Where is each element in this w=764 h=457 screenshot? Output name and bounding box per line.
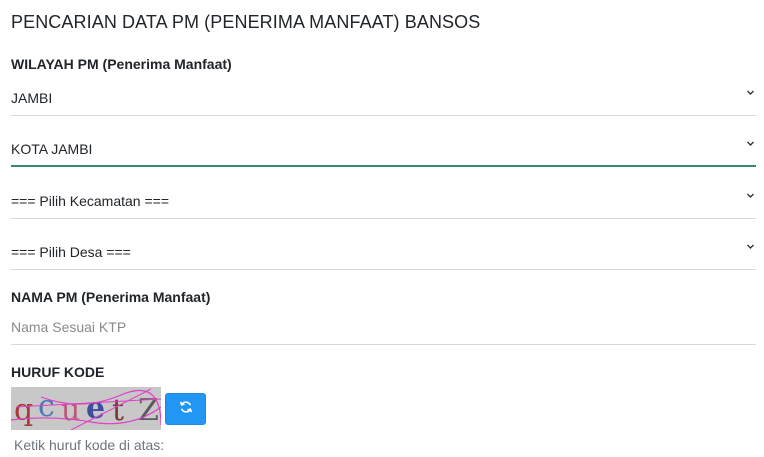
- nama-field[interactable]: [11, 309, 756, 345]
- chevron-down-icon: [746, 191, 755, 200]
- captcha-char: u: [61, 393, 80, 428]
- captcha-char: c: [38, 389, 55, 424]
- captcha-char: q: [14, 393, 33, 428]
- refresh-icon: [179, 400, 193, 419]
- nama-label: NAMA PM (Penerima Manfaat): [11, 289, 211, 305]
- provinsi-select-value: JAMBI: [11, 90, 53, 106]
- captcha-image: q c u e t Z: [11, 387, 161, 430]
- captcha-hint: Ketik huruf kode di atas:: [14, 437, 165, 453]
- captcha-label: HURUF KODE: [11, 364, 105, 380]
- chevron-down-icon: [746, 139, 755, 148]
- chevron-down-icon: [746, 242, 755, 251]
- nama-input[interactable]: [11, 317, 756, 337]
- chevron-down-icon: [746, 88, 755, 97]
- wilayah-label: WILAYAH PM (Penerima Manfaat): [11, 56, 232, 72]
- kecamatan-select[interactable]: === Pilih Kecamatan ===: [11, 183, 756, 219]
- kabupaten-select[interactable]: KOTA JAMBI: [11, 131, 756, 167]
- refresh-captcha-button[interactable]: [165, 393, 206, 425]
- provinsi-select[interactable]: JAMBI: [11, 80, 756, 116]
- page-title: PENCARIAN DATA PM (PENERIMA MANFAAT) BAN…: [11, 12, 481, 32]
- desa-select-value: === Pilih Desa ===: [11, 244, 131, 260]
- kecamatan-select-value: === Pilih Kecamatan ===: [11, 193, 169, 209]
- desa-select[interactable]: === Pilih Desa ===: [11, 234, 756, 270]
- kabupaten-select-value: KOTA JAMBI: [11, 141, 93, 157]
